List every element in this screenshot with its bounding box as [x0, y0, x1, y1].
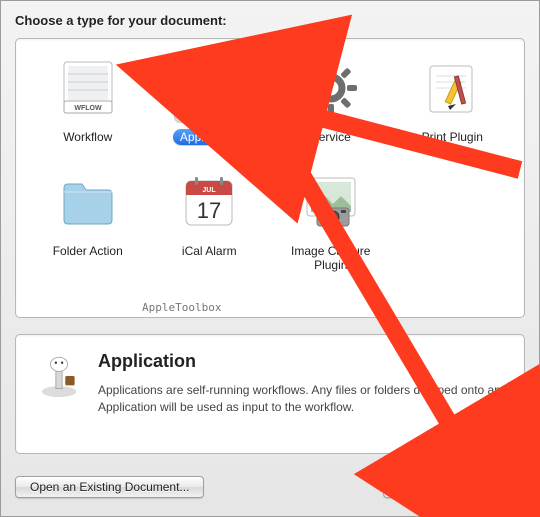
svg-text:17: 17 — [197, 198, 221, 223]
dialog-prompt: Choose a type for your document: — [15, 13, 525, 28]
print-plugin-icon — [417, 53, 487, 123]
ical-alarm-icon: JUL 17 — [174, 167, 244, 237]
type-service[interactable]: Service — [273, 53, 389, 145]
service-icon — [296, 53, 366, 123]
description-title: Application — [98, 351, 506, 372]
description-body: Applications are self-running workflows.… — [98, 382, 506, 416]
type-label: Folder Action — [46, 243, 130, 259]
svg-text:JUL: JUL — [203, 187, 217, 194]
type-label: iCal Alarm — [175, 243, 244, 259]
choose-button[interactable]: Choose — [454, 476, 525, 498]
type-ical-alarm[interactable]: JUL 17 iCal Alarm — [152, 167, 268, 273]
type-label: Image Capture Plugin — [281, 243, 381, 273]
watermark: AppleToolbox — [142, 301, 221, 314]
open-existing-button[interactable]: Open an Existing Document... — [15, 476, 204, 498]
document-type-dialog: Choose a type for your document: WFLOW — [0, 0, 540, 517]
folder-action-icon — [53, 167, 123, 237]
application-icon — [174, 53, 244, 123]
types-panel: WFLOW Workflow — [15, 38, 525, 318]
type-print-plugin[interactable]: Print Plugin — [395, 53, 511, 145]
type-folder-action[interactable]: Folder Action — [30, 167, 146, 273]
description-panel: Application Applications are self-runnin… — [15, 334, 525, 454]
type-image-capture-plugin[interactable]: Image Capture Plugin — [273, 167, 389, 273]
button-row: Open an Existing Document... Close Choos… — [15, 476, 525, 498]
svg-text:WFLOW: WFLOW — [74, 105, 102, 112]
description-icon — [34, 351, 84, 435]
image-capture-plugin-icon — [296, 167, 366, 237]
type-workflow[interactable]: WFLOW Workflow — [30, 53, 146, 145]
close-button[interactable]: Close — [383, 476, 444, 498]
type-label: Workflow — [56, 129, 119, 145]
type-label: Application — [173, 129, 246, 145]
type-application[interactable]: Application — [152, 53, 268, 145]
type-label: Service — [304, 129, 358, 145]
type-label: Print Plugin — [415, 129, 490, 145]
workflow-icon: WFLOW — [53, 53, 123, 123]
